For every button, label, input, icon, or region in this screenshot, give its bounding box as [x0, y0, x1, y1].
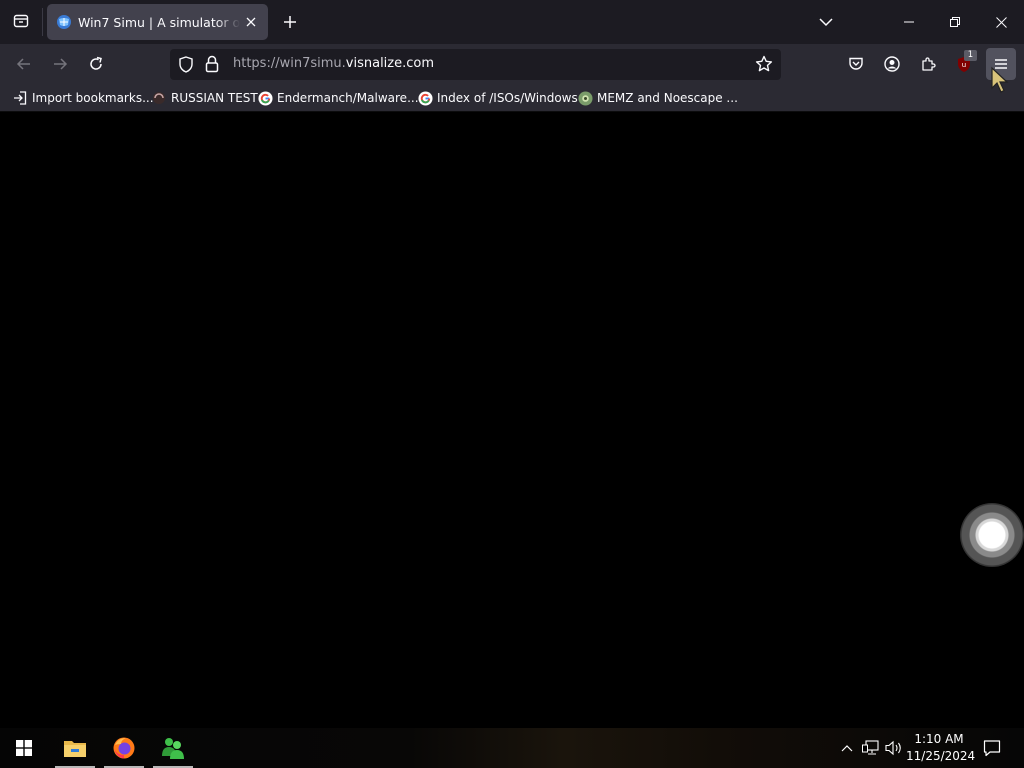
tab-title: Win7 Simu | A simulator of Windows 7 [78, 14, 240, 30]
file-explorer-icon [64, 741, 86, 757]
start-button[interactable] [0, 728, 48, 768]
list-all-tabs-button[interactable] [812, 8, 840, 36]
show-hidden-icons-button[interactable] [837, 738, 857, 758]
chevron-up-icon [841, 745, 853, 752]
new-tab-button[interactable] [277, 8, 303, 36]
close-icon [995, 16, 1007, 28]
firefox-icon [113, 737, 135, 759]
bookmark-label: Import bookmarks... [32, 91, 154, 105]
bookmark-label: Endermanch/Malware... [277, 91, 419, 105]
url-bar[interactable]: https://win7simu.visnalize.com [170, 49, 781, 80]
bookmark-label: MEMZ and Noescape ... [597, 91, 738, 105]
notification-icon [983, 740, 1001, 757]
minimize-button[interactable] [886, 0, 932, 44]
forward-button[interactable] [46, 50, 74, 78]
mouse-cursor-icon [991, 66, 1009, 93]
taskbar-app-explorer[interactable] [55, 728, 95, 768]
ublock-origin-button[interactable]: u 1 [950, 50, 978, 78]
reload-icon [90, 56, 102, 70]
arrow-right-icon [54, 58, 68, 70]
network-icon [862, 740, 879, 755]
volume-button[interactable] [884, 738, 904, 758]
arrow-left-icon [16, 58, 30, 70]
bookmark-memz[interactable]: MEMZ and Noescape ... [577, 88, 738, 108]
taskbar-app-firefox[interactable] [104, 728, 144, 768]
tab-strip: Win7 Simu | A simulator of Windows 7 [0, 0, 1024, 44]
tab-separator [42, 8, 43, 36]
site-favicon [577, 90, 593, 106]
puzzle-icon [922, 57, 936, 71]
taskbar: 1:10 AM 11/25/2024 [0, 728, 1024, 768]
minimize-icon [904, 21, 914, 23]
windows-logo-icon [16, 740, 32, 756]
taskbar-app-people[interactable] [153, 728, 193, 768]
google-g-icon [257, 90, 273, 106]
close-tab-button[interactable] [242, 13, 260, 31]
clock-time: 1:10 AM [914, 732, 964, 746]
page-content[interactable] [0, 113, 1024, 728]
site-favicon [151, 90, 167, 106]
pocket-icon [849, 57, 863, 70]
chevron-down-icon [819, 18, 833, 27]
pocket-button[interactable] [842, 50, 870, 78]
lock-icon[interactable] [205, 55, 219, 73]
bookmark-label: Index of /ISOs/Windows [437, 91, 578, 105]
navigation-toolbar: https://win7simu.visnalize.com u 1 [0, 44, 1024, 84]
bookmarks-toolbar: Import bookmarks... RUSSIAN TEST Enderma… [0, 84, 1024, 112]
people-icon [162, 738, 184, 759]
url-text[interactable]: https://win7simu.visnalize.com [233, 56, 434, 71]
url-prefix: https://win7simu. [233, 56, 346, 71]
taskbar-clock[interactable]: 1:10 AM 11/25/2024 [906, 731, 976, 765]
firefox-view-button[interactable] [8, 8, 34, 34]
reload-button[interactable] [82, 50, 110, 78]
bookmark-import[interactable]: Import bookmarks... [12, 88, 154, 108]
bookmark-russian-test[interactable]: RUSSIAN TEST [151, 88, 258, 108]
extensions-button[interactable] [914, 50, 942, 78]
close-icon [246, 17, 256, 27]
bookmark-label: RUSSIAN TEST [171, 91, 258, 105]
import-icon [12, 90, 28, 106]
action-center-button[interactable] [980, 736, 1004, 760]
tab-active[interactable]: Win7 Simu | A simulator of Windows 7 [47, 4, 268, 40]
assistive-touch-button[interactable] [960, 503, 1024, 567]
account-button[interactable] [878, 50, 906, 78]
google-g-icon [417, 90, 433, 106]
network-button[interactable] [861, 738, 881, 758]
close-window-button[interactable] [978, 0, 1024, 44]
clock-date: 11/25/2024 [906, 749, 976, 763]
ublock-badge: 1 [964, 50, 977, 61]
restore-button[interactable] [932, 0, 978, 44]
speaker-icon [885, 740, 901, 756]
url-domain: visnalize.com [345, 56, 435, 71]
restore-icon [950, 17, 960, 27]
firefox-view-icon [13, 14, 29, 28]
win7simu-favicon [57, 15, 71, 29]
bookmark-index-isos[interactable]: Index of /ISOs/Windows [417, 88, 578, 108]
account-icon [884, 56, 900, 72]
svg-text:u: u [962, 61, 966, 69]
bookmark-endermanch[interactable]: Endermanch/Malware... [257, 88, 419, 108]
star-icon[interactable] [755, 55, 773, 73]
back-button[interactable] [10, 50, 38, 78]
plus-icon [284, 16, 296, 28]
shield-icon[interactable] [178, 56, 194, 73]
